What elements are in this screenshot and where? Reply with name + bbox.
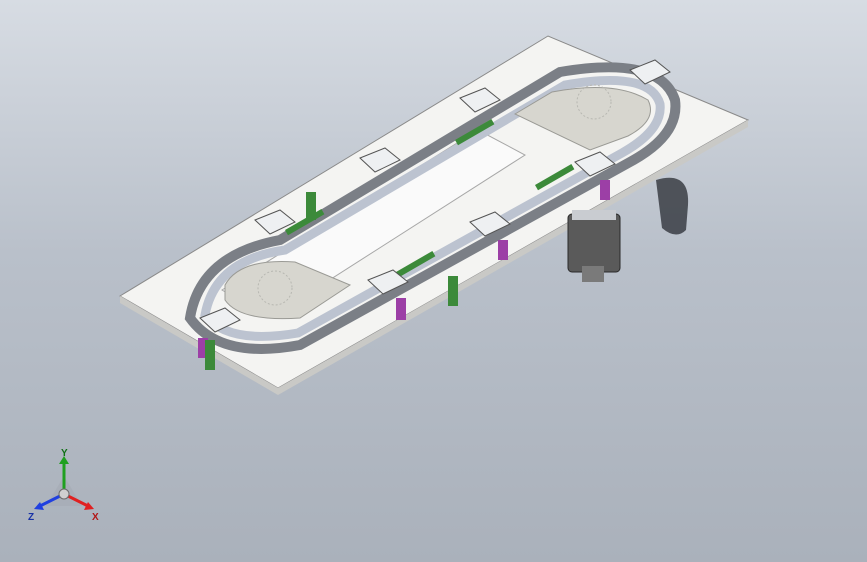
axis-z-label: Z [28, 512, 34, 523]
motor-shadow [656, 177, 689, 235]
bracket-purple-2 [396, 298, 406, 320]
drive-motor [567, 213, 621, 273]
drive-motor-cap [572, 210, 616, 220]
drive-motor-flange [582, 266, 604, 282]
bracket-purple-3 [498, 240, 508, 260]
cad-viewport[interactable]: Y X Z [0, 0, 867, 562]
coordinate-triad: Y X Z [26, 448, 102, 524]
conveyor-model[interactable] [0, 0, 867, 562]
axis-x-label: X [92, 512, 99, 523]
coordinate-axes-icon: Y X Z [28, 448, 99, 523]
bracket-purple-4 [600, 180, 610, 200]
leg-green-1 [205, 340, 215, 370]
leg-green-2 [448, 276, 458, 306]
axis-y-label: Y [61, 448, 68, 459]
leg-green-3 [306, 192, 316, 220]
